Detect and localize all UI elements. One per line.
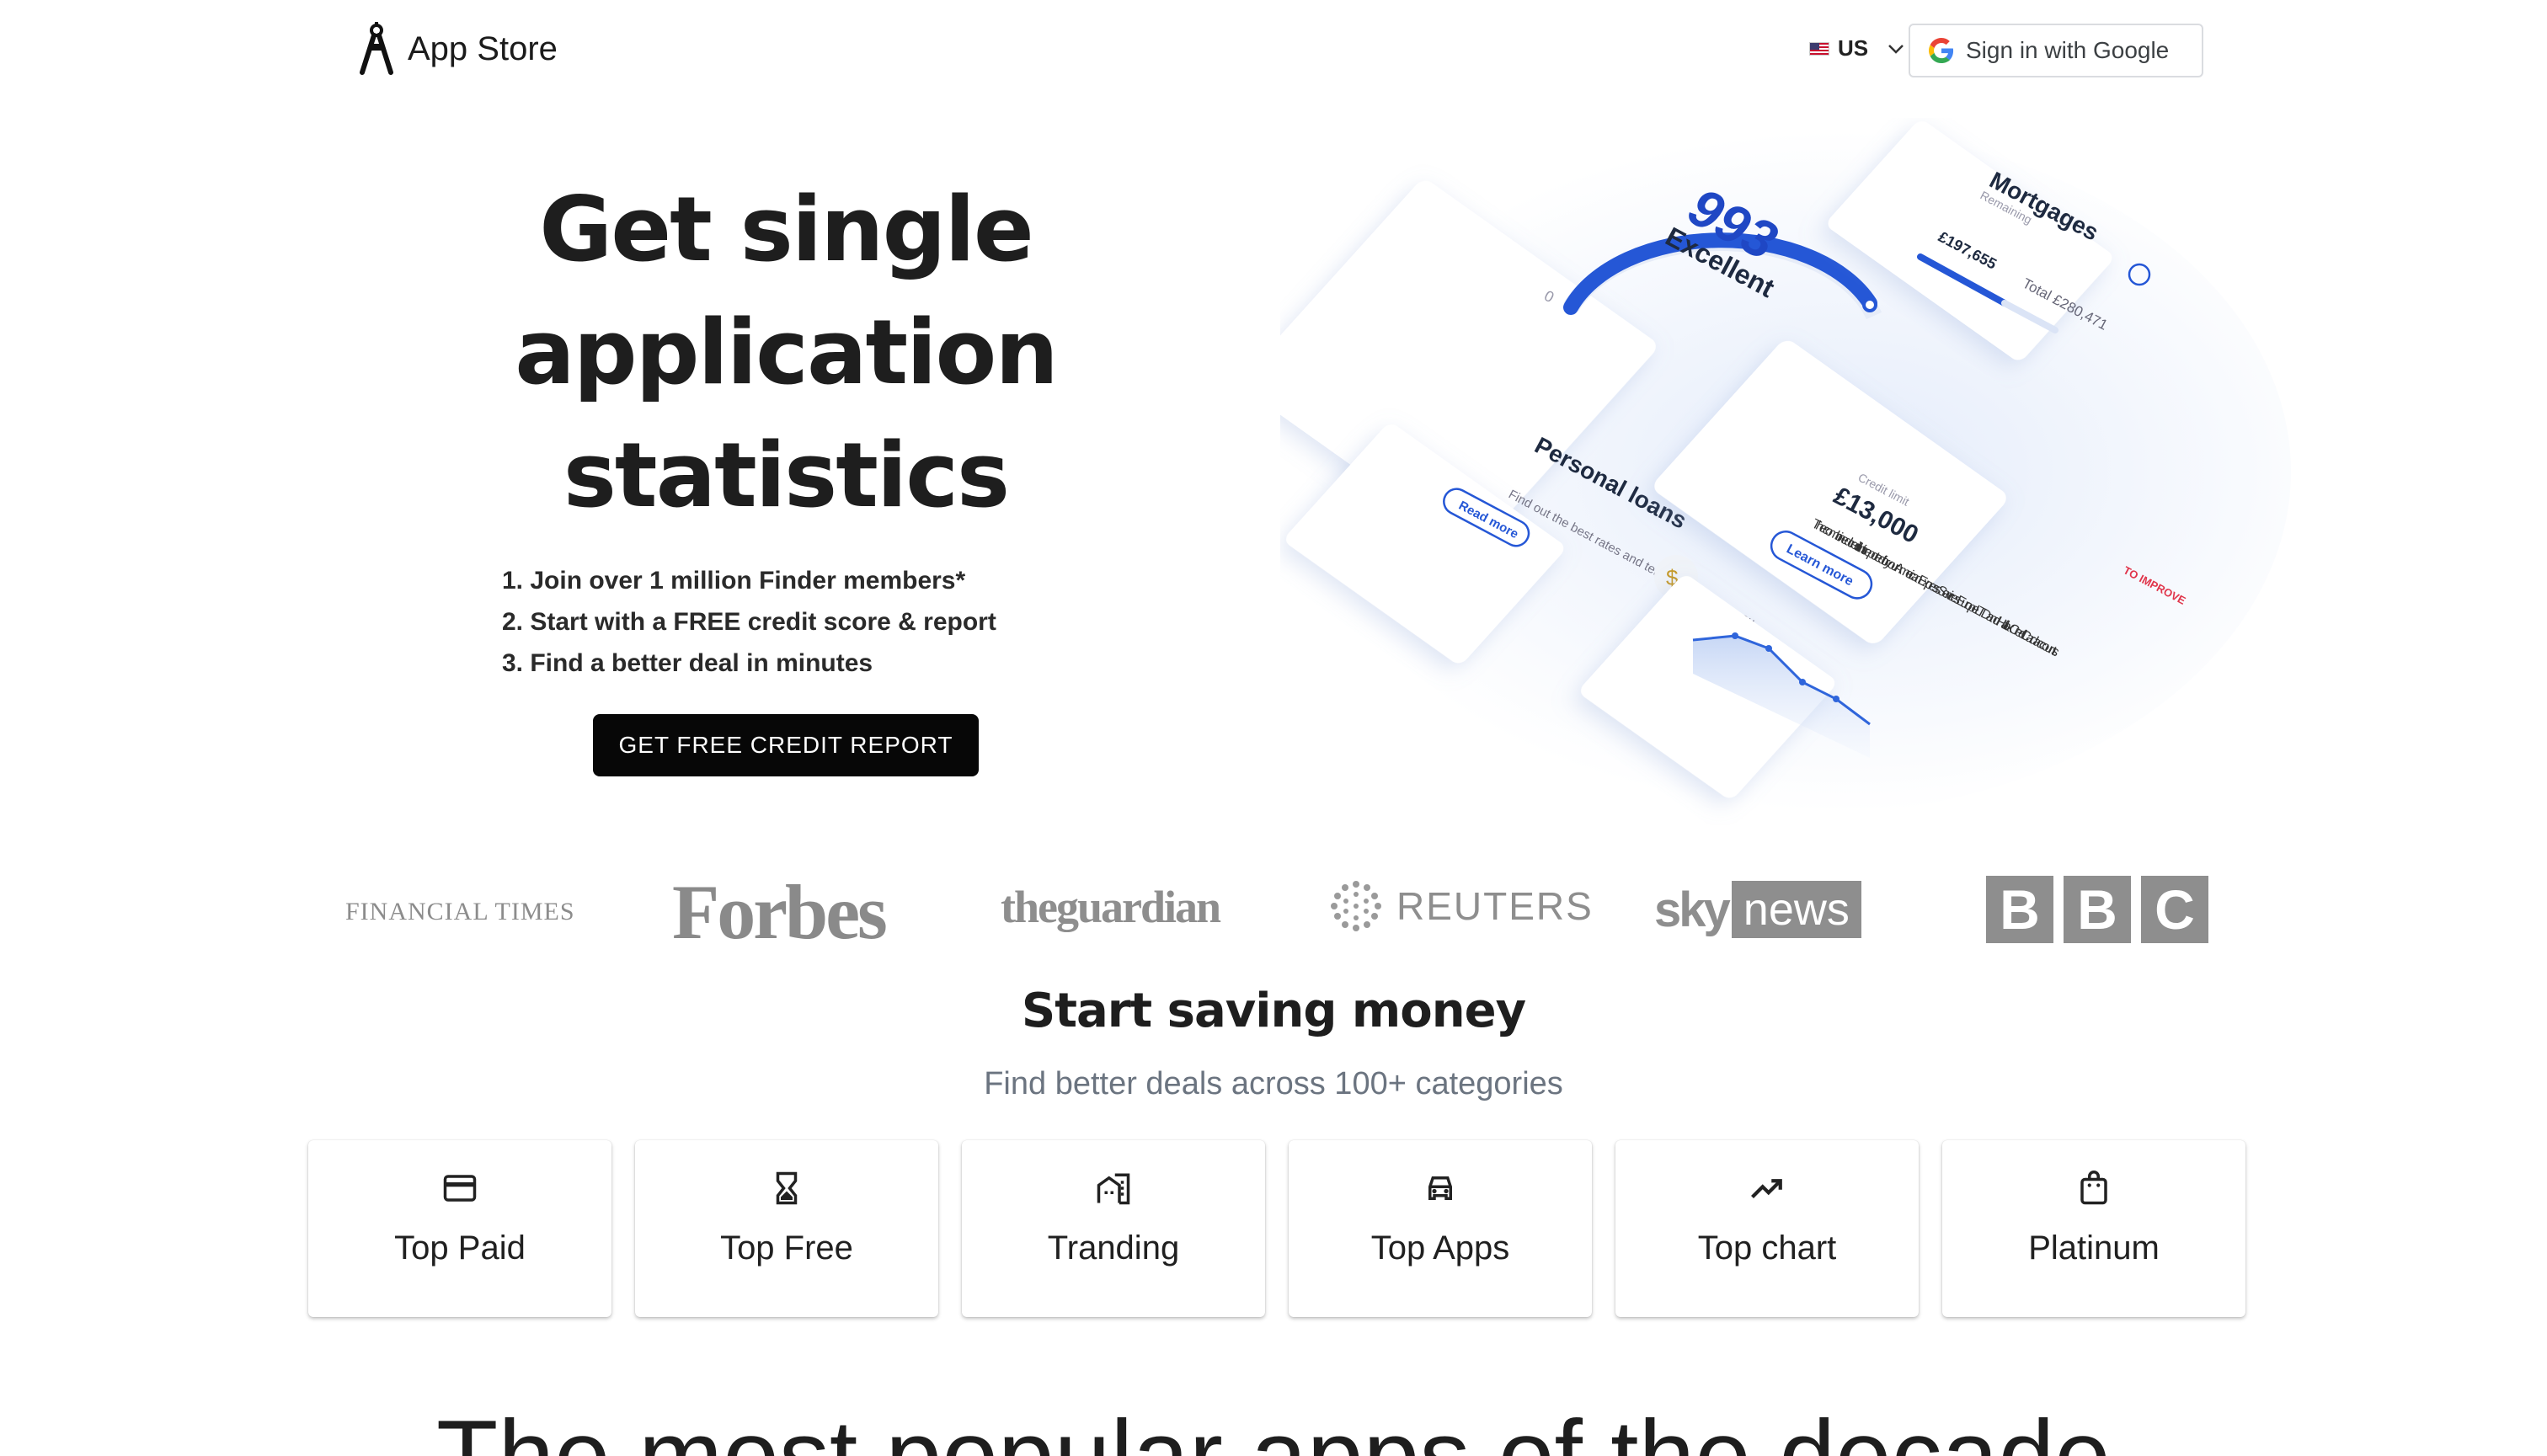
sky-news-logo: sky news bbox=[1654, 881, 1861, 938]
category-platinum[interactable]: Platinum bbox=[1942, 1140, 2245, 1317]
bbc-logo: B B C bbox=[1986, 876, 2208, 943]
financial-times-logo: FINANCIAL TIMES bbox=[345, 898, 575, 925]
car-icon bbox=[1428, 1176, 1452, 1200]
region-selector[interactable]: US bbox=[1809, 35, 1905, 61]
category-label: Tranding bbox=[1047, 1229, 1180, 1267]
reuters-logo: REUTERS bbox=[1329, 879, 1594, 933]
pound-icon bbox=[2128, 263, 2151, 286]
guardian-logo: theguardian bbox=[1001, 882, 1221, 932]
trending-up-icon bbox=[1751, 1179, 1782, 1198]
category-top-chart[interactable]: Top chart bbox=[1615, 1140, 1919, 1317]
reuters-wordmark: REUTERS bbox=[1396, 884, 1594, 928]
category-list: Top Paid Top Free Tranding Top Apps Top … bbox=[308, 1140, 2245, 1317]
forbes-logo: Forbes bbox=[672, 869, 888, 955]
compass-icon bbox=[360, 22, 393, 75]
category-label: Top Free bbox=[720, 1229, 853, 1267]
category-top-free[interactable]: Top Free bbox=[635, 1140, 938, 1317]
bbc-letter: B bbox=[1986, 876, 2053, 943]
hourglass-icon bbox=[776, 1171, 798, 1205]
brand-name: App Store bbox=[408, 29, 558, 67]
category-label: Top chart bbox=[1697, 1229, 1837, 1267]
step-item: 2. Start with a FREE credit score & repo… bbox=[502, 608, 996, 636]
us-flag-icon bbox=[1809, 41, 1829, 56]
google-icon bbox=[1929, 38, 1954, 63]
category-top-apps[interactable]: Top Apps bbox=[1289, 1140, 1592, 1317]
bbc-letter: B bbox=[2064, 876, 2131, 943]
page: App Store US Sign in with Google Get sin… bbox=[0, 0, 2547, 1456]
credit-card-icon bbox=[443, 1175, 477, 1202]
free-credit-report-button[interactable]: GET FREE CREDIT REPORT bbox=[593, 714, 979, 776]
chevron-down-icon bbox=[1888, 44, 1904, 54]
popular-apps-title: The most popular apps of the decade bbox=[436, 1400, 2111, 1456]
bbc-letter: C bbox=[2141, 876, 2208, 943]
step-item: 1. Join over 1 million Finder members* bbox=[502, 567, 966, 595]
google-signin-button[interactable]: Sign in with Google bbox=[1909, 24, 2203, 77]
saving-subtitle: Find better deals across 100+ categories bbox=[984, 1066, 1563, 1101]
news-wordmark: news bbox=[1731, 881, 1861, 938]
shopping-bag-icon bbox=[2080, 1171, 2107, 1205]
improve-badge: TO IMPROVE bbox=[2122, 563, 2188, 607]
step-item: 3. Find a better deal in minutes bbox=[502, 649, 873, 677]
brand[interactable]: App Store bbox=[357, 22, 558, 76]
hero-steps: 1. Join over 1 million Finder members* 2… bbox=[502, 560, 996, 684]
category-label: Platinum bbox=[2028, 1229, 2160, 1267]
saving-title: Start saving money bbox=[1021, 984, 1526, 1038]
category-label: Top Apps bbox=[1370, 1229, 1510, 1267]
sky-wordmark: sky bbox=[1654, 882, 1731, 937]
category-tranding[interactable]: Tranding bbox=[962, 1140, 1265, 1317]
hero-title: Get single application statistics bbox=[515, 178, 1059, 527]
category-label: Top Paid bbox=[394, 1229, 526, 1267]
category-top-paid[interactable]: Top Paid bbox=[308, 1140, 611, 1317]
credit-dashboard-illustration: 993 Excellent 0 1000 Mortgages Remaining… bbox=[1280, 121, 2188, 798]
region-label: US bbox=[1838, 35, 1869, 61]
reuters-dots-icon bbox=[1331, 881, 1381, 931]
mortgages-card bbox=[1828, 121, 2112, 360]
buildings-icon bbox=[1097, 1173, 1130, 1205]
google-signin-label: Sign in with Google bbox=[1966, 37, 2170, 63]
